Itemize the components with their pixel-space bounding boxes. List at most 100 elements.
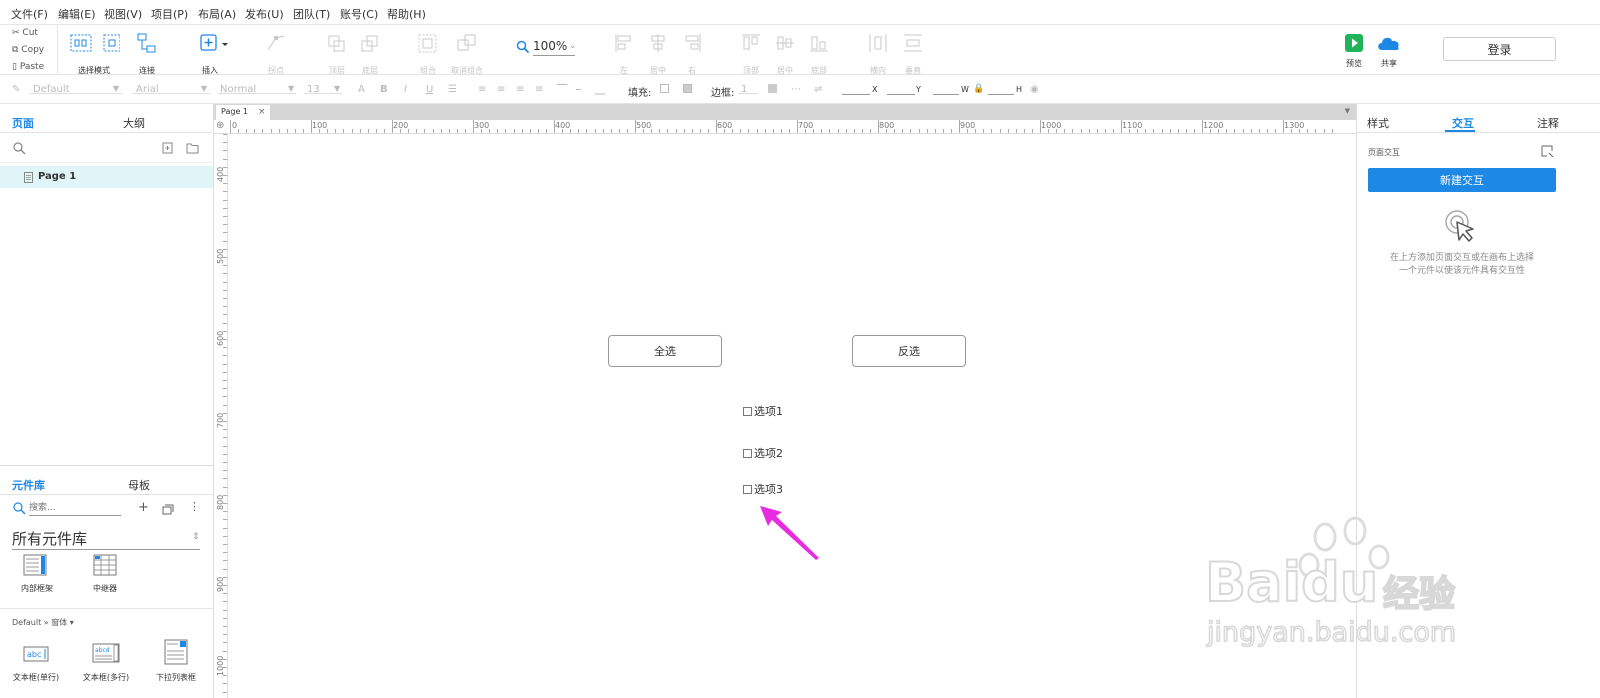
menu-edit[interactable]: 编辑(E) (58, 6, 96, 22)
border-color-swatch[interactable] (768, 84, 777, 93)
underline-icon[interactable]: U (426, 84, 433, 95)
menu-publish[interactable]: 发布(U) (245, 6, 284, 22)
tab-outline[interactable]: 大纲 (123, 115, 145, 131)
menu-view[interactable]: 视图(V) (104, 6, 142, 22)
top-layer-button[interactable]: 顶层 (327, 34, 347, 75)
library-manage-icon[interactable] (162, 504, 174, 515)
align-text-right-icon[interactable]: ≡ (516, 84, 524, 95)
border-arrow-icon[interactable]: ⇌ (814, 84, 822, 95)
align-top-button[interactable]: 顶部 (741, 33, 761, 75)
search-icon[interactable] (13, 142, 26, 155)
page-settings-icon[interactable] (1541, 145, 1554, 157)
fill-color-swatch[interactable] (660, 84, 669, 93)
align-bottom-button[interactable]: 底部 (809, 33, 829, 75)
align-text-center-icon[interactable]: ≡ (497, 84, 505, 95)
align-middle-button[interactable]: 居中 (775, 33, 795, 75)
ruler-tick (1007, 129, 1009, 133)
widget-text-field[interactable]: abc 文本框(单行) (6, 642, 66, 692)
menu-layout[interactable]: 布局(A) (198, 6, 236, 22)
play-icon (1345, 34, 1363, 52)
widget-dropdown[interactable]: 下拉列表框 (146, 638, 206, 692)
tab-notes[interactable]: 注释 (1537, 115, 1559, 131)
widget-section-header[interactable]: Default » 窗体 ▾ (12, 617, 74, 628)
ungroup-button[interactable]: 取消组合 (451, 34, 483, 75)
group-button[interactable]: 组合 (418, 34, 438, 75)
invert-selection-button[interactable]: 反选 (852, 335, 966, 367)
valign-top-icon[interactable]: ⎺ (557, 84, 567, 95)
add-page-icon[interactable] (162, 142, 174, 154)
menu-help[interactable]: 帮助(H) (387, 6, 426, 22)
font-color-icon[interactable]: A (358, 84, 365, 95)
ruler-tick (327, 129, 329, 133)
widget-text-area[interactable]: abcd 文本框(多行) (76, 642, 136, 692)
shadow-swatch[interactable] (683, 84, 692, 93)
ruler-tick (934, 129, 936, 133)
x-input[interactable] (842, 94, 870, 95)
valign-bottom-icon[interactable]: ⎽ (595, 84, 605, 95)
select-mode-button[interactable]: 选择模式 (70, 33, 120, 75)
w-input[interactable] (933, 94, 959, 95)
paste-button[interactable]: ▯ Paste (12, 62, 44, 72)
folder-icon[interactable] (186, 142, 199, 154)
option-checkbox-3[interactable]: 选项3 (743, 481, 783, 497)
option-checkbox-1[interactable]: 选项1 (743, 403, 783, 419)
ruler-tick (586, 129, 588, 133)
distribute-horizontal-button[interactable]: 横向 (868, 33, 888, 75)
align-left-button[interactable]: 左 (614, 33, 634, 75)
ruler-tick (302, 129, 304, 133)
connect-button[interactable]: 连接 (137, 33, 157, 75)
menu-project[interactable]: 项目(P) (151, 6, 188, 22)
ruler-tick (521, 129, 523, 133)
right-panel: 样式 交互 注释 页面交互 新建交互 在上方添加页面交互或在画布上选择一个元件以… (1356, 104, 1600, 698)
library-select[interactable]: 所有元件库 (12, 528, 87, 549)
cut-button[interactable]: ✂ Cut (12, 28, 38, 38)
bullet-list-icon[interactable]: ☰ (448, 84, 457, 95)
add-library-icon[interactable]: + (138, 500, 149, 515)
tab-style[interactable]: 样式 (1367, 115, 1389, 131)
border-style-icon[interactable]: ⋯ (791, 84, 801, 95)
ruler-tick (464, 129, 466, 133)
menu-account[interactable]: 账号(C) (340, 6, 378, 22)
preview-button[interactable]: 预览 (1345, 34, 1363, 68)
zoom-icon (516, 40, 530, 54)
align-text-justify-icon[interactable]: ≡ (535, 84, 543, 95)
ruler-tick (223, 462, 227, 463)
tab-interaction[interactable]: 交互 (1452, 115, 1474, 131)
menu-team[interactable]: 团队(T) (293, 6, 330, 22)
lock-icon[interactable]: 🔒 (973, 84, 984, 94)
tab-pages[interactable]: 页面 (12, 115, 34, 131)
more-icon[interactable]: ⋮ (189, 500, 200, 513)
align-text-left-icon[interactable]: ≡ (478, 84, 486, 95)
select-all-button[interactable]: 全选 (608, 335, 722, 367)
library-search-input[interactable] (29, 501, 121, 516)
distribute-vertical-button[interactable]: 垂直 (903, 33, 923, 75)
copy-button[interactable]: ⧉ Copy (12, 45, 44, 55)
y-input[interactable] (887, 94, 915, 95)
ruler-tick (707, 129, 709, 133)
insert-button[interactable]: 插入 (200, 34, 232, 75)
italic-icon[interactable]: I (404, 84, 407, 95)
eye-icon[interactable]: ◉ (1030, 84, 1039, 95)
widget-repeater[interactable]: 中继器 (80, 554, 130, 599)
h-input[interactable] (988, 94, 1014, 95)
align-center-button[interactable]: 居中 (648, 33, 668, 75)
close-icon[interactable]: × (258, 107, 266, 117)
tab-library[interactable]: 元件库 (12, 477, 45, 493)
login-button[interactable]: 登录 (1443, 37, 1556, 61)
new-interaction-button[interactable]: 新建交互 (1368, 168, 1556, 192)
option-checkbox-2[interactable]: 选项2 (743, 445, 783, 461)
tab-masters[interactable]: 母板 (128, 477, 150, 493)
align-right-button[interactable]: 右 (682, 33, 702, 75)
chevron-down-icon[interactable]: ▼ (1345, 107, 1350, 115)
widget-inline-frame[interactable]: 内部框架 (12, 554, 62, 599)
share-button[interactable]: 共享 (1376, 33, 1402, 68)
valign-middle-icon[interactable]: ⎯ (576, 84, 581, 95)
ruler-tick (223, 626, 227, 627)
bottom-layer-button[interactable]: 底层 (360, 34, 380, 75)
ruler-tick (270, 129, 272, 133)
point-button[interactable]: 拐点 (266, 34, 286, 75)
bold-icon[interactable]: B (380, 84, 388, 95)
menu-file[interactable]: 文件(F) (11, 6, 48, 22)
page-tree-item[interactable]: Page 1 (0, 166, 213, 188)
page-tab[interactable]: Page 1 × (216, 105, 270, 120)
